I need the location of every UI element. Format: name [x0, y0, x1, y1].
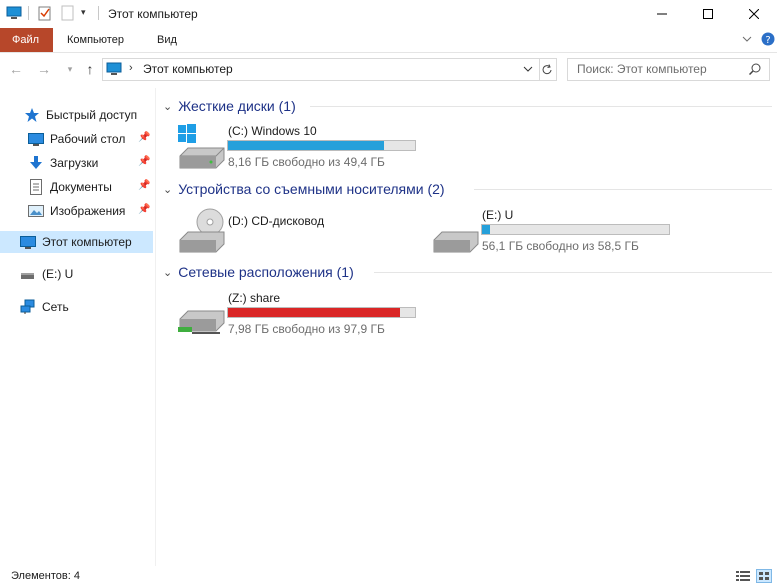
group-title: Устройства со съемными носителями (2): [178, 181, 445, 197]
drive-name: (Z:) share: [228, 291, 281, 305]
drive-usage-fill: [482, 225, 490, 234]
nav-item-quick-access[interactable]: Быстрый доступ: [0, 104, 155, 126]
windows-drive-icon: [174, 122, 226, 173]
desktop-icon: [28, 131, 44, 147]
nav-item-label: Сеть: [42, 300, 69, 314]
chevron-down-icon: ⌄: [163, 266, 173, 279]
drive-free-space: 8,16 ГБ свободно из 49,4 ГБ: [228, 155, 385, 169]
pictures-icon: [28, 203, 44, 219]
nav-item-this-pc[interactable]: Этот компьютер: [0, 231, 153, 253]
documents-icon: [28, 179, 44, 195]
nav-item-label: Изображения: [50, 204, 126, 218]
search-input[interactable]: Поиск: Этот компьютер: [577, 62, 707, 76]
star-icon: [24, 107, 40, 123]
pin-icon[interactable]: 📌: [138, 156, 150, 167]
pin-icon[interactable]: 📌: [138, 180, 150, 191]
drive-usage-fill: [228, 141, 385, 150]
up-button[interactable]: ↑: [82, 61, 98, 77]
group-header-network[interactable]: ⌄ Сетевые расположения (1): [163, 262, 354, 282]
network-icon: [20, 299, 36, 315]
drive-usage-fill: [228, 308, 400, 317]
recent-locations-button[interactable]: ▾: [62, 61, 78, 77]
close-button[interactable]: [731, 0, 777, 28]
drive-name: (D:) CD-дисковод: [228, 214, 325, 228]
breadcrumb[interactable]: Этот компьютер: [143, 62, 233, 76]
group-title: Сетевые расположения (1): [178, 264, 354, 280]
drive-usage-bar: [481, 224, 670, 235]
breadcrumb-separator-icon[interactable]: ›: [129, 62, 133, 74]
group-divider: [310, 106, 772, 107]
nav-item-label: Этот компьютер: [42, 235, 132, 249]
drive-tile-d[interactable]: (D:) CD-дисковод: [172, 204, 422, 254]
search-icon[interactable]: [748, 63, 761, 78]
drive-free-space: 7,98 ГБ свободно из 97,9 ГБ: [228, 322, 385, 336]
tab-file[interactable]: Файл: [0, 28, 53, 52]
drive-name: (C:) Windows 10: [228, 124, 317, 138]
tab-view[interactable]: Вид: [145, 28, 189, 52]
nav-item-desktop[interactable]: Рабочий стол 📌: [0, 128, 155, 150]
item-count: Элементов: 4: [11, 570, 80, 582]
cd-drive-icon: [174, 206, 226, 257]
title-bar: ▾ Этот компьютер: [0, 0, 777, 28]
quick-access-dropdown-icon[interactable]: ▾: [81, 7, 86, 18]
this-pc-icon: [20, 234, 36, 250]
large-icons-view-icon[interactable]: [756, 569, 772, 583]
drive-usage-bar: [227, 307, 416, 318]
group-header-hard-drives[interactable]: ⌄ Жесткие диски (1): [163, 96, 296, 116]
ribbon: Файл Компьютер Вид ?: [0, 28, 777, 53]
group-divider: [474, 189, 772, 190]
drive-tile-z[interactable]: (Z:) share 7,98 ГБ свободно из 97,9 ГБ: [172, 287, 422, 337]
drive-tile-e[interactable]: (E:) U 56,1 ГБ свободно из 58,5 ГБ: [426, 204, 676, 254]
usb-drive-icon: [20, 266, 36, 282]
refresh-icon: [542, 63, 552, 74]
group-title: Жесткие диски (1): [178, 98, 296, 114]
drive-free-space: 56,1 ГБ свободно из 58,5 ГБ: [482, 239, 639, 253]
nav-item-label: Загрузки: [50, 156, 99, 170]
nav-item-label: Рабочий стол: [50, 132, 126, 146]
usb-drive-icon: [428, 206, 480, 257]
drive-tile-c[interactable]: (C:) Windows 10 8,16 ГБ свободно из 49,4…: [172, 120, 422, 170]
search-box[interactable]: Поиск: Этот компьютер: [567, 58, 770, 81]
chevron-down-icon: ⌄: [163, 183, 173, 196]
nav-item-drive-e[interactable]: (E:) U: [0, 263, 155, 285]
group-divider: [374, 272, 772, 273]
address-dropdown-icon[interactable]: [523, 63, 533, 77]
drive-name: (E:) U: [482, 208, 514, 222]
group-header-removable[interactable]: ⌄ Устройства со съемными носителями (2): [163, 179, 445, 199]
nav-item-network[interactable]: Сеть: [0, 296, 155, 318]
pin-icon[interactable]: 📌: [138, 132, 150, 143]
download-arrow-icon: [28, 155, 44, 171]
this-pc-icon: [6, 6, 22, 23]
tab-computer[interactable]: Компьютер: [55, 28, 136, 52]
nav-item-documents[interactable]: Документы 📌: [0, 176, 155, 198]
nav-item-label: Быстрый доступ: [46, 108, 138, 122]
window-title: Этот компьютер: [108, 7, 198, 21]
forward-button[interactable]: →: [36, 61, 52, 77]
svg-text:?: ?: [765, 35, 770, 46]
network-drive-icon: [174, 289, 226, 340]
nav-item-label: Документы: [50, 180, 112, 194]
this-pc-icon: [106, 62, 122, 79]
refresh-button[interactable]: [538, 58, 557, 81]
address-bar[interactable]: › Этот компьютер: [102, 58, 540, 81]
details-view-icon[interactable]: [736, 570, 750, 585]
properties-icon[interactable]: [38, 5, 52, 24]
back-button[interactable]: ←: [8, 61, 24, 77]
nav-item-downloads[interactable]: Загрузки 📌: [0, 152, 155, 174]
expand-ribbon-icon[interactable]: [742, 33, 752, 47]
pin-icon[interactable]: 📌: [138, 204, 150, 215]
new-folder-icon[interactable]: [61, 5, 75, 24]
status-bar: Элементов: 4: [0, 566, 777, 586]
minimize-button[interactable]: [639, 0, 685, 28]
drive-usage-bar: [227, 140, 416, 151]
nav-item-label: (E:) U: [42, 267, 74, 281]
nav-item-pictures[interactable]: Изображения 📌: [0, 200, 155, 222]
chevron-down-icon: ⌄: [163, 100, 173, 113]
help-icon[interactable]: ?: [761, 32, 775, 49]
maximize-button[interactable]: [685, 0, 731, 28]
